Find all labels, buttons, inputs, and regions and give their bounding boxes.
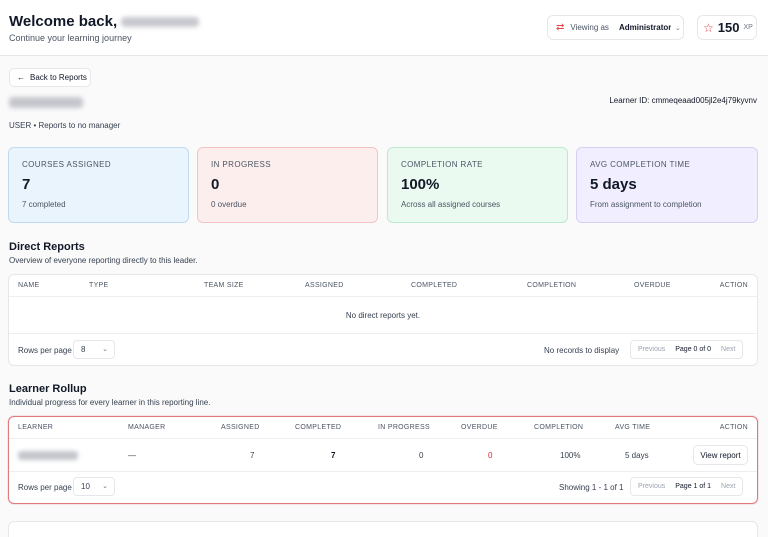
column-header[interactable]: Team Size [204, 282, 244, 289]
back-button-label: Back to Reports [30, 73, 87, 82]
table-header: Name Type Team Size Assigned Completed C… [9, 275, 757, 297]
top-bar: Welcome back, Continue your learning jou… [0, 0, 768, 56]
column-header[interactable]: Avg Time [615, 424, 650, 431]
welcome-heading: Welcome back, [9, 13, 200, 30]
rows-per-page-label: Rows per page [18, 346, 72, 355]
column-header[interactable]: Manager [128, 424, 166, 431]
completed-cell: 7 [331, 451, 336, 460]
view-report-button[interactable]: View report [693, 445, 748, 465]
learner-rollup-title: Learner Rollup [9, 383, 87, 395]
table-footer: Rows per page 8 ⌄ No records to display … [9, 336, 757, 365]
viewing-as-label: Viewing as [570, 23, 609, 32]
stat-sub: 0 overdue [211, 200, 247, 209]
column-header[interactable]: Assigned [221, 424, 260, 431]
rows-per-page-select[interactable]: 10 ⌄ [73, 477, 115, 496]
records-info: Showing 1 - 1 of 1 [559, 483, 624, 492]
rows-per-page-value: 10 [81, 482, 90, 491]
column-header[interactable]: Overdue [634, 282, 671, 289]
overdue-cell: 0 [488, 451, 493, 460]
column-header: Action [719, 424, 748, 431]
stat-label: Avg Completion Time [590, 160, 691, 169]
learner-rollup-table: Learner Manager Assigned Completed In Pr… [8, 416, 758, 504]
table-row: — 7 7 0 0 100% 5 days View report [9, 439, 757, 472]
completion-cell: 100% [560, 451, 581, 460]
next-button[interactable]: Next [714, 346, 742, 353]
empty-state: No direct reports yet. [9, 297, 757, 334]
table-footer: Rows per page 10 ⌄ Showing 1 - 1 of 1 Pr… [9, 473, 757, 503]
column-header[interactable]: Completion [527, 282, 576, 289]
next-button[interactable]: Next [714, 483, 742, 490]
learner-rollup-description: Individual progress for every learner in… [9, 398, 211, 407]
previous-button[interactable]: Previous [631, 346, 672, 353]
direct-reports-table: Name Type Team Size Assigned Completed C… [8, 274, 758, 366]
viewing-as-role: Administrator [618, 23, 671, 32]
page-info: Page 1 of 1 [675, 483, 712, 490]
star-icon: ☆ [703, 20, 714, 35]
back-to-reports-button[interactable]: ← Back to Reports [9, 68, 91, 87]
stat-value: 7 [22, 176, 31, 193]
rows-per-page-label: Rows per page [18, 483, 72, 492]
previous-button[interactable]: Previous [631, 483, 672, 490]
stat-label: Courses Assigned [22, 160, 112, 169]
learner-name-redacted [9, 97, 83, 108]
rows-per-page-value: 8 [81, 345, 86, 354]
xp-unit: XP [743, 24, 753, 31]
stat-card-courses-assigned: Courses Assigned 7 7 completed [8, 147, 189, 223]
stat-label: In Progress [211, 160, 271, 169]
column-header[interactable]: Overdue [461, 424, 498, 431]
stat-sub: From assignment to completion [590, 200, 702, 209]
viewing-as-select[interactable]: ⇄ Viewing as Administrator ⌄ [547, 15, 684, 40]
swap-arrows-icon: ⇄ [556, 22, 565, 33]
next-section-card [8, 521, 758, 537]
stat-value: 100% [401, 176, 440, 193]
user-name-redacted [121, 17, 200, 28]
chevron-down-icon: ⌄ [102, 483, 108, 490]
page-info: Page 0 of 0 [675, 346, 712, 353]
direct-reports-title: Direct Reports [9, 241, 85, 253]
in-progress-cell: 0 [419, 451, 424, 460]
column-header[interactable]: Completed [411, 282, 457, 289]
welcome-subtitle: Continue your learning journey [9, 33, 132, 43]
arrow-left-icon: ← [17, 73, 25, 82]
xp-badge[interactable]: ☆ 150 XP [697, 15, 757, 40]
manager-cell: — [128, 451, 136, 460]
chevron-down-icon: ⌄ [102, 346, 108, 353]
stat-sub: Across all assigned courses [401, 200, 501, 209]
table-header: Learner Manager Assigned Completed In Pr… [9, 417, 757, 439]
column-header[interactable]: Assigned [305, 282, 344, 289]
stat-value: 5 days [590, 176, 637, 193]
records-info: No records to display [544, 346, 620, 355]
pagination: Previous Page 1 of 1 Next [630, 477, 744, 496]
column-header[interactable]: Learner [18, 424, 53, 431]
rows-per-page-select[interactable]: 8 ⌄ [73, 340, 115, 359]
stat-sub: 7 completed [22, 200, 66, 209]
direct-reports-description: Overview of everyone reporting directly … [9, 256, 198, 265]
pagination: Previous Page 0 of 0 Next [630, 340, 744, 359]
column-header[interactable]: Completion [534, 424, 583, 431]
learner-name-redacted [18, 451, 78, 460]
welcome-text: Welcome back, [9, 13, 118, 30]
column-header[interactable]: Completed [295, 424, 341, 431]
learner-id: Learner ID: cmmeqeaad005jl2e4j79kyvnv [609, 96, 757, 105]
column-header[interactable]: Name [18, 282, 39, 289]
stat-card-in-progress: In Progress 0 0 overdue [197, 147, 378, 223]
xp-value: 150 [717, 20, 740, 35]
column-header: Action [719, 282, 748, 289]
stat-card-avg-completion-time: Avg Completion Time 5 days From assignme… [576, 147, 758, 223]
assigned-cell: 7 [250, 451, 255, 460]
chevron-down-icon: ⌄ [674, 24, 681, 32]
avg-time-cell: 5 days [625, 451, 649, 460]
stat-value: 0 [211, 176, 220, 193]
column-header[interactable]: Type [89, 282, 108, 289]
stat-label: Completion Rate [401, 160, 483, 169]
learner-role-line: USER • Reports to no manager [9, 121, 121, 130]
stat-card-completion-rate: Completion Rate 100% Across all assigned… [387, 147, 568, 223]
column-header[interactable]: In Progress [378, 424, 430, 431]
